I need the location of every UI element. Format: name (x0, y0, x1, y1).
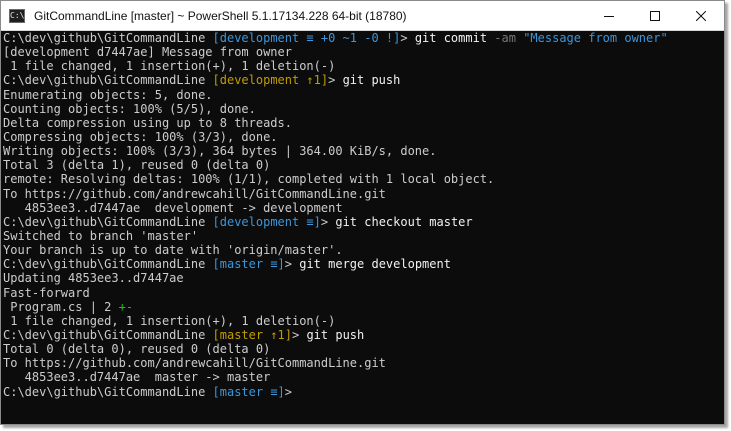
output-text: Writing objects: 100% (3/3), 364 bytes |… (3, 144, 437, 159)
terminal-output[interactable]: C:\dev\github\GitCommandLine [developmen… (1, 31, 724, 424)
output-text: C:\dev\github\GitCommandLine (3, 257, 213, 272)
terminal-line: 1 file changed, 1 insertion(+), 1 deleti… (3, 314, 724, 328)
output-text: > (320, 214, 336, 229)
output-text: Your branch is up to date with 'origin/m… (3, 243, 343, 258)
output-text: C:\dev\github\GitCommandLine (3, 214, 213, 229)
output-text: 1 file changed, 1 insertion(+), 1 deleti… (3, 59, 336, 74)
output-text: Total 3 (delta 1), reused 0 (delta 0) (3, 158, 271, 173)
command-text: git push (306, 327, 365, 342)
terminal-line: Delta compression using up to 8 threads. (3, 116, 724, 130)
terminal-line: Compressing objects: 100% (3/3), done. (3, 130, 724, 144)
terminal-line: To https://github.com/andrewcahill/GitCo… (3, 187, 724, 201)
terminal-line: To https://github.com/andrewcahill/GitCo… (3, 356, 724, 370)
close-icon (696, 10, 706, 21)
terminal-line: C:\dev\github\GitCommandLine [developmen… (3, 215, 724, 229)
output-text: > (292, 327, 307, 342)
command-text: git push (342, 73, 401, 88)
output-text: C:\dev\github\GitCommandLine (3, 384, 213, 399)
git-branch-status: [master ↑1] (212, 327, 292, 342)
output-text: Enumerating objects: 5, done. (3, 87, 213, 102)
terminal-line: Program.cs | 2 +- (3, 300, 724, 314)
terminal-line: C:\dev\github\GitCommandLine [master ↑1]… (3, 328, 724, 342)
output-text: > (328, 73, 343, 88)
terminal-line: 1 file changed, 1 insertion(+), 1 deleti… (3, 59, 724, 73)
output-text: - (125, 299, 134, 314)
terminal-line: Your branch is up to date with 'origin/m… (3, 243, 724, 257)
minimize-button[interactable] (586, 1, 632, 31)
maximize-button[interactable] (632, 1, 678, 31)
git-branch-status: [master ≡] (212, 384, 285, 399)
output-text: + (118, 299, 126, 314)
terminal-line: remote: Resolving deltas: 100% (1/1), co… (3, 172, 724, 186)
output-text: To https://github.com/andrewcahill/GitCo… (3, 356, 386, 371)
command-text: git merge development (299, 257, 451, 272)
powershell-app-icon[interactable]: C:\ (9, 8, 25, 23)
output-text: Delta compression using up to 8 threads. (3, 115, 292, 130)
output-text: Updating 4853ee3..d7447ae (3, 271, 184, 286)
output-text: C:\dev\github\GitCommandLine (3, 327, 213, 342)
minimize-icon (604, 15, 614, 17)
output-text: C:\dev\github\GitCommandLine (3, 31, 213, 45)
git-branch-status: [master ≡] (212, 257, 285, 272)
terminal-line: Total 3 (delta 1), reused 0 (delta 0) (3, 158, 724, 172)
output-text: To https://github.com/andrewcahill/GitCo… (3, 186, 386, 201)
maximize-icon (650, 10, 660, 21)
terminal-line: Writing objects: 100% (3/3), 364 bytes |… (3, 144, 724, 158)
git-branch-status: [development ≡ +0 ~1 -0 !] (212, 31, 401, 45)
output-text: 4853ee3..d7447ae development -> developm… (3, 200, 343, 215)
terminal-line: Total 0 (delta 0), reused 0 (delta 0) (3, 342, 724, 356)
output-text: Total 0 (delta 0), reused 0 (delta 0) (3, 342, 271, 357)
terminal-line: Updating 4853ee3..d7447ae (3, 271, 724, 285)
output-text: > (284, 257, 300, 272)
output-text: Fast-forward (3, 285, 90, 300)
output-text: "Message from owner" (523, 31, 668, 45)
output-text: [development d7447ae] Message from owner (3, 45, 292, 60)
output-text: -am (494, 31, 524, 45)
window-title: GitCommandLine [master] ~ PowerShell 5.1… (34, 8, 407, 23)
output-text: 1 file changed, 1 insertion(+), 1 deleti… (3, 313, 336, 328)
terminal-line: [development d7447ae] Message from owner (3, 45, 724, 59)
window-controls (586, 1, 724, 31)
close-button[interactable] (678, 1, 724, 31)
output-text: Compressing objects: 100% (3/3), done. (3, 129, 278, 144)
terminal-line: C:\dev\github\GitCommandLine [master ≡]> (3, 385, 724, 399)
terminal-line: Enumerating objects: 5, done. (3, 88, 724, 102)
git-branch-status: [development ≡] (212, 214, 321, 229)
terminal-line: Fast-forward (3, 286, 724, 300)
output-text: > (400, 31, 415, 45)
output-text: Switched to branch 'master' (3, 228, 199, 243)
terminal-line: Counting objects: 100% (5/5), done. (3, 102, 724, 116)
output-text: Program.cs | 2 (3, 299, 119, 314)
output-text: > (284, 384, 300, 399)
git-branch-status: [development ↑1] (212, 73, 329, 88)
terminal-line: 4853ee3..d7447ae master -> master (3, 370, 724, 384)
title-bar[interactable]: C:\ GitCommandLine [master] ~ PowerShell… (1, 1, 724, 31)
output-text: Counting objects: 100% (5/5), done. (3, 101, 256, 116)
terminal-line: C:\dev\github\GitCommandLine [developmen… (3, 73, 724, 87)
command-text: git commit (414, 31, 495, 45)
powershell-window: C:\ GitCommandLine [master] ~ PowerShell… (0, 0, 725, 425)
output-text: remote: Resolving deltas: 100% (1/1), co… (3, 172, 495, 187)
output-text: C:\dev\github\GitCommandLine (3, 73, 213, 88)
command-text: git checkout master (335, 214, 473, 229)
terminal-line: C:\dev\github\GitCommandLine [master ≡]>… (3, 257, 724, 271)
terminal-line: Switched to branch 'master' (3, 229, 724, 243)
terminal-line: 4853ee3..d7447ae development -> developm… (3, 201, 724, 215)
terminal-line: C:\dev\github\GitCommandLine [developmen… (3, 31, 724, 45)
output-text: 4853ee3..d7447ae master -> master (3, 370, 271, 385)
